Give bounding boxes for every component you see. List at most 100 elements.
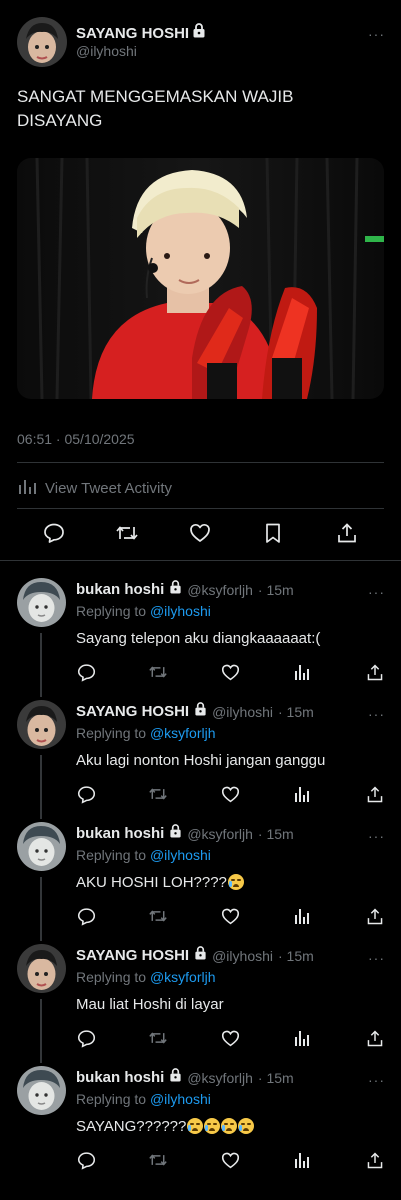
analytics-icon[interactable] [292, 662, 312, 682]
more-options-icon[interactable]: ··· [368, 950, 385, 966]
main-author-avatar[interactable] [17, 17, 67, 67]
thread-connector-line [40, 999, 42, 1063]
reply-author-avatar[interactable] [17, 1066, 66, 1115]
reply-author-name[interactable]: bukan hoshi [76, 825, 164, 842]
view-tweet-activity[interactable]: View Tweet Activity [17, 476, 172, 500]
reply-author-handle[interactable]: @ilyhoshi [212, 948, 273, 964]
reply-icon[interactable] [76, 1150, 96, 1170]
reply-time[interactable]: · 15m [278, 704, 314, 720]
more-options-icon[interactable]: ··· [368, 1072, 385, 1088]
replying-to: Replying to @ksyforljh [76, 969, 216, 985]
reply-author-handle[interactable]: @ksyforljh [187, 582, 253, 598]
bookmark-icon[interactable] [260, 520, 286, 546]
reply-author-avatar[interactable] [17, 822, 66, 871]
retweet-icon[interactable] [148, 906, 168, 926]
retweet-icon[interactable] [114, 520, 140, 546]
like-heart-icon[interactable] [220, 906, 240, 926]
more-options-icon[interactable]: ··· [368, 584, 385, 600]
loudly-crying-face-emoji [221, 1118, 238, 1134]
reply-text-content: Mau liat Hoshi di layar [76, 996, 224, 1013]
retweet-icon[interactable] [148, 1150, 168, 1170]
analytics-icon[interactable] [292, 784, 312, 804]
replying-to-mention[interactable]: @ksyforljh [150, 969, 216, 985]
tweet-timestamp[interactable]: 06:51 · 05/10/2025 [17, 431, 135, 447]
reply-time[interactable]: · 15m [258, 1070, 294, 1086]
replying-to-label: Replying to [76, 603, 147, 619]
reply-icon[interactable] [76, 1028, 96, 1048]
like-heart-icon[interactable] [187, 520, 213, 546]
reply-action-bar [76, 906, 386, 928]
reply-author-avatar[interactable] [17, 700, 66, 749]
share-icon[interactable] [365, 1150, 385, 1170]
share-icon[interactable] [334, 520, 360, 546]
replying-to-label: Replying to [76, 847, 147, 863]
retweet-icon[interactable] [148, 662, 168, 682]
lock-icon [169, 1068, 182, 1087]
reply-text-content: Sayang telepon aku diangkaaaaaat:( [76, 630, 321, 647]
share-icon[interactable] [365, 662, 385, 682]
replying-to-mention[interactable]: @ksyforljh [150, 725, 216, 741]
analytics-icon[interactable] [292, 906, 312, 926]
reply-icon[interactable] [41, 520, 67, 546]
reply-icon[interactable] [76, 906, 96, 926]
reply-header: bukan hoshi @ksyforljh · 15m [76, 580, 294, 599]
view-tweet-activity-label: View Tweet Activity [45, 479, 173, 497]
reply-action-bar [76, 1028, 386, 1050]
reply-author-name[interactable]: SAYANG HOSHI [76, 703, 189, 720]
replying-to: Replying to @ksyforljh [76, 725, 216, 741]
reply-text-content: SAYANG?????? [76, 1118, 187, 1135]
replying-to-mention[interactable]: @ilyhoshi [150, 603, 211, 619]
thread-connector-line [40, 877, 42, 941]
reply-author-handle[interactable]: @ilyhoshi [212, 704, 273, 720]
like-heart-icon[interactable] [220, 1150, 240, 1170]
analytics-icon[interactable] [292, 1028, 312, 1048]
reply-header: bukan hoshi @ksyforljh · 15m [76, 1068, 294, 1087]
more-options-icon[interactable]: ··· [368, 26, 385, 42]
loudly-crying-face-emoji [227, 874, 244, 890]
reply-action-bar [76, 1150, 386, 1172]
reply-tweet[interactable]: SAYANG HOSHI @ilyhoshi · 15m ··· Replyin… [0, 936, 401, 1063]
reply-icon[interactable] [76, 784, 96, 804]
replying-to: Replying to @ilyhoshi [76, 603, 211, 619]
main-author-handle[interactable]: @ilyhoshi [76, 43, 137, 59]
lock-icon [194, 702, 207, 721]
reply-tweet[interactable]: bukan hoshi @ksyforljh · 15m ··· Replyin… [0, 1058, 401, 1180]
reply-tweet[interactable]: bukan hoshi @ksyforljh · 15m ··· Replyin… [0, 814, 401, 941]
reply-author-name[interactable]: bukan hoshi [76, 581, 164, 598]
reply-text: AKU HOSHI LOH???? [76, 874, 244, 891]
reply-author-name[interactable]: bukan hoshi [76, 1069, 164, 1086]
reply-text: SAYANG?????? [76, 1118, 255, 1135]
like-heart-icon[interactable] [220, 784, 240, 804]
reply-icon[interactable] [76, 662, 96, 682]
more-options-icon[interactable]: ··· [368, 706, 385, 722]
lock-icon [169, 580, 182, 599]
replying-to-mention[interactable]: @ilyhoshi [150, 847, 211, 863]
like-heart-icon[interactable] [220, 662, 240, 682]
retweet-icon[interactable] [148, 1028, 168, 1048]
replying-to-mention[interactable]: @ilyhoshi [150, 1091, 211, 1107]
reply-time[interactable]: · 15m [258, 582, 294, 598]
reply-tweet[interactable]: SAYANG HOSHI @ilyhoshi · 15m ··· Replyin… [0, 692, 401, 819]
reply-header: SAYANG HOSHI @ilyhoshi · 15m [76, 946, 314, 965]
reply-author-handle[interactable]: @ksyforljh [187, 826, 253, 842]
main-author-name[interactable]: SAYANG HOSHI [76, 25, 189, 42]
analytics-icon[interactable] [292, 1150, 312, 1170]
more-options-icon[interactable]: ··· [368, 828, 385, 844]
reply-author-handle[interactable]: @ksyforljh [187, 1070, 253, 1086]
tweet-video[interactable] [17, 158, 384, 399]
reply-author-avatar[interactable] [17, 578, 66, 627]
reply-time[interactable]: · 15m [258, 826, 294, 842]
reply-author-avatar[interactable] [17, 944, 66, 993]
share-icon[interactable] [365, 1028, 385, 1048]
reply-tweet[interactable]: bukan hoshi @ksyforljh · 15m ··· Replyin… [0, 570, 401, 697]
like-heart-icon[interactable] [220, 1028, 240, 1048]
retweet-icon[interactable] [148, 784, 168, 804]
share-icon[interactable] [365, 906, 385, 926]
lock-icon [192, 23, 206, 43]
reply-author-name[interactable]: SAYANG HOSHI [76, 947, 189, 964]
reply-time[interactable]: · 15m [278, 948, 314, 964]
section-divider [0, 560, 401, 561]
share-icon[interactable] [365, 784, 385, 804]
loudly-crying-face-emoji [238, 1118, 255, 1134]
reply-header: SAYANG HOSHI @ilyhoshi · 15m [76, 702, 314, 721]
